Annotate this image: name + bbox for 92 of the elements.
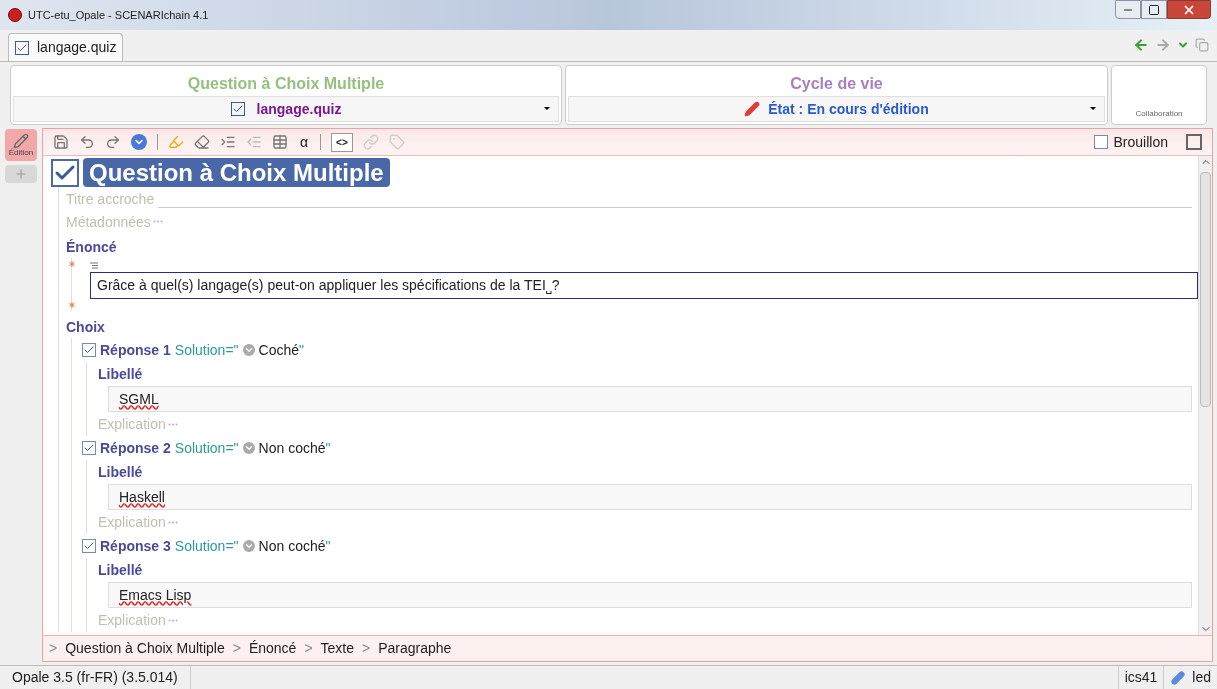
caret-icon xyxy=(1090,107,1096,110)
quote-mark: " xyxy=(325,438,331,458)
more-icon[interactable] xyxy=(167,618,178,622)
undo-icon[interactable] xyxy=(79,134,95,150)
field-label: Explication xyxy=(98,414,166,434)
breadcrumb-item[interactable]: Question à Choix Multiple xyxy=(65,638,225,659)
section-heading: Choix xyxy=(66,318,106,337)
solution-attribute: Solution=" xyxy=(174,340,239,360)
checkbox-icon xyxy=(230,102,245,116)
draft-checkbox[interactable] xyxy=(1093,135,1108,149)
collaboration-button[interactable]: Collaboration xyxy=(1111,65,1207,125)
window-title: UTC-etu_Opale - SCENARIchain 4.1 xyxy=(28,7,209,23)
app-logo-icon xyxy=(8,8,22,22)
maximize-icon xyxy=(1148,3,1160,16)
solution-attribute: Solution=" xyxy=(174,536,239,556)
field-label: Métadonnées xyxy=(66,213,151,232)
panel-title: Question à Choix Multiple xyxy=(186,74,386,94)
add-tab[interactable] xyxy=(5,165,37,183)
highlighter-icon[interactable] xyxy=(168,134,184,150)
server-text: led xyxy=(1192,668,1211,687)
dropdown-icon[interactable] xyxy=(242,442,255,454)
plus-icon xyxy=(14,167,28,181)
field-label: Titre accroche xyxy=(66,190,155,209)
solution-value[interactable]: Coché xyxy=(258,339,300,361)
more-icon[interactable] xyxy=(152,220,163,223)
section-heading: Énoncé xyxy=(66,238,118,257)
answer-text: SGML xyxy=(119,389,159,409)
document-title: Question à Choix Multiple xyxy=(83,158,390,187)
more-icon[interactable] xyxy=(167,422,178,426)
back-arrow-icon[interactable] xyxy=(1133,37,1149,53)
forward-arrow-icon[interactable] xyxy=(1155,37,1171,53)
maximize-editor-icon[interactable] xyxy=(1186,134,1202,150)
answer-field[interactable]: SGML xyxy=(108,386,1192,412)
quote-mark: " xyxy=(299,340,304,360)
breadcrumb-item[interactable]: Énoncé xyxy=(248,638,297,659)
field-heading: Libellé xyxy=(98,560,144,580)
redo-icon[interactable] xyxy=(105,134,121,150)
answer-checkbox[interactable] xyxy=(82,343,96,357)
symbol-button[interactable]: α xyxy=(298,135,311,149)
answer-field[interactable]: Haskell xyxy=(108,484,1192,510)
item-dropdown[interactable]: langage.quiz xyxy=(13,96,559,122)
eraser-icon[interactable] xyxy=(194,134,210,150)
separator: > xyxy=(232,639,241,658)
panel-title: Cycle de vie xyxy=(789,74,884,94)
maximize-button[interactable] xyxy=(1141,0,1167,19)
field-label: Explication xyxy=(98,610,166,630)
answer-title: Réponse 1 xyxy=(100,340,171,360)
user-text: ics41 xyxy=(1117,666,1164,689)
answer-text: Haskell xyxy=(119,487,165,507)
answer-title: Réponse 3 xyxy=(100,536,171,556)
more-icon[interactable] xyxy=(167,520,178,524)
field-heading: Libellé xyxy=(98,462,144,482)
answer-text: Emacs Lisp xyxy=(119,585,192,605)
breadcrumb-item[interactable]: Texte xyxy=(320,638,355,659)
field-label: Explication xyxy=(98,512,166,532)
xml-view-button[interactable]: <> xyxy=(331,132,353,152)
pencil-icon xyxy=(744,101,761,117)
answer-title: Réponse 2 xyxy=(100,438,171,458)
separator: > xyxy=(362,639,371,658)
save-icon[interactable] xyxy=(53,134,69,150)
paragraph-icon xyxy=(90,261,98,269)
statement-field[interactable]: Grâce à quel(s) langage(s) peut-on appliquer les spécifications de la TEI⎵? xyxy=(90,272,1198,299)
dropdown-icon[interactable] xyxy=(242,540,255,552)
window-icon[interactable] xyxy=(1195,38,1209,52)
separator: > xyxy=(49,639,58,658)
field-heading: Libellé xyxy=(98,364,144,384)
required-star-icon xyxy=(69,261,75,267)
pencil-icon xyxy=(13,133,29,149)
outdent-icon[interactable] xyxy=(246,134,262,150)
checkbox-icon xyxy=(15,40,29,55)
document-tab[interactable]: langage.quiz xyxy=(8,33,124,61)
version-text: Opale 3.5 (fr-FR) (3.5.014) xyxy=(0,666,191,689)
required-star-icon xyxy=(69,302,75,308)
edition-tab[interactable]: Édition xyxy=(5,129,37,161)
solution-attribute: Solution=" xyxy=(174,438,239,458)
draft-label: Brouillon xyxy=(1113,132,1168,152)
table-icon[interactable] xyxy=(272,134,288,150)
quote-mark: " xyxy=(325,536,331,556)
title-checkbox[interactable] xyxy=(51,158,79,187)
solution-value[interactable]: Non coché xyxy=(258,535,326,557)
indent-icon[interactable] xyxy=(220,134,236,150)
answer-field[interactable]: Emacs Lisp xyxy=(108,582,1192,608)
caret-icon xyxy=(544,107,550,110)
breadcrumb-item[interactable]: Paragraphe xyxy=(378,638,452,659)
close-button[interactable] xyxy=(1167,0,1211,19)
dropdown-icon[interactable] xyxy=(242,344,255,356)
solution-value[interactable]: Non coché xyxy=(258,437,326,459)
scrollbar[interactable] xyxy=(1198,156,1212,635)
answer-checkbox[interactable] xyxy=(82,441,96,455)
answer-checkbox[interactable] xyxy=(82,539,96,553)
state-dropdown[interactable]: État : En cours d'édition xyxy=(568,96,1105,122)
separator: > xyxy=(304,639,313,658)
